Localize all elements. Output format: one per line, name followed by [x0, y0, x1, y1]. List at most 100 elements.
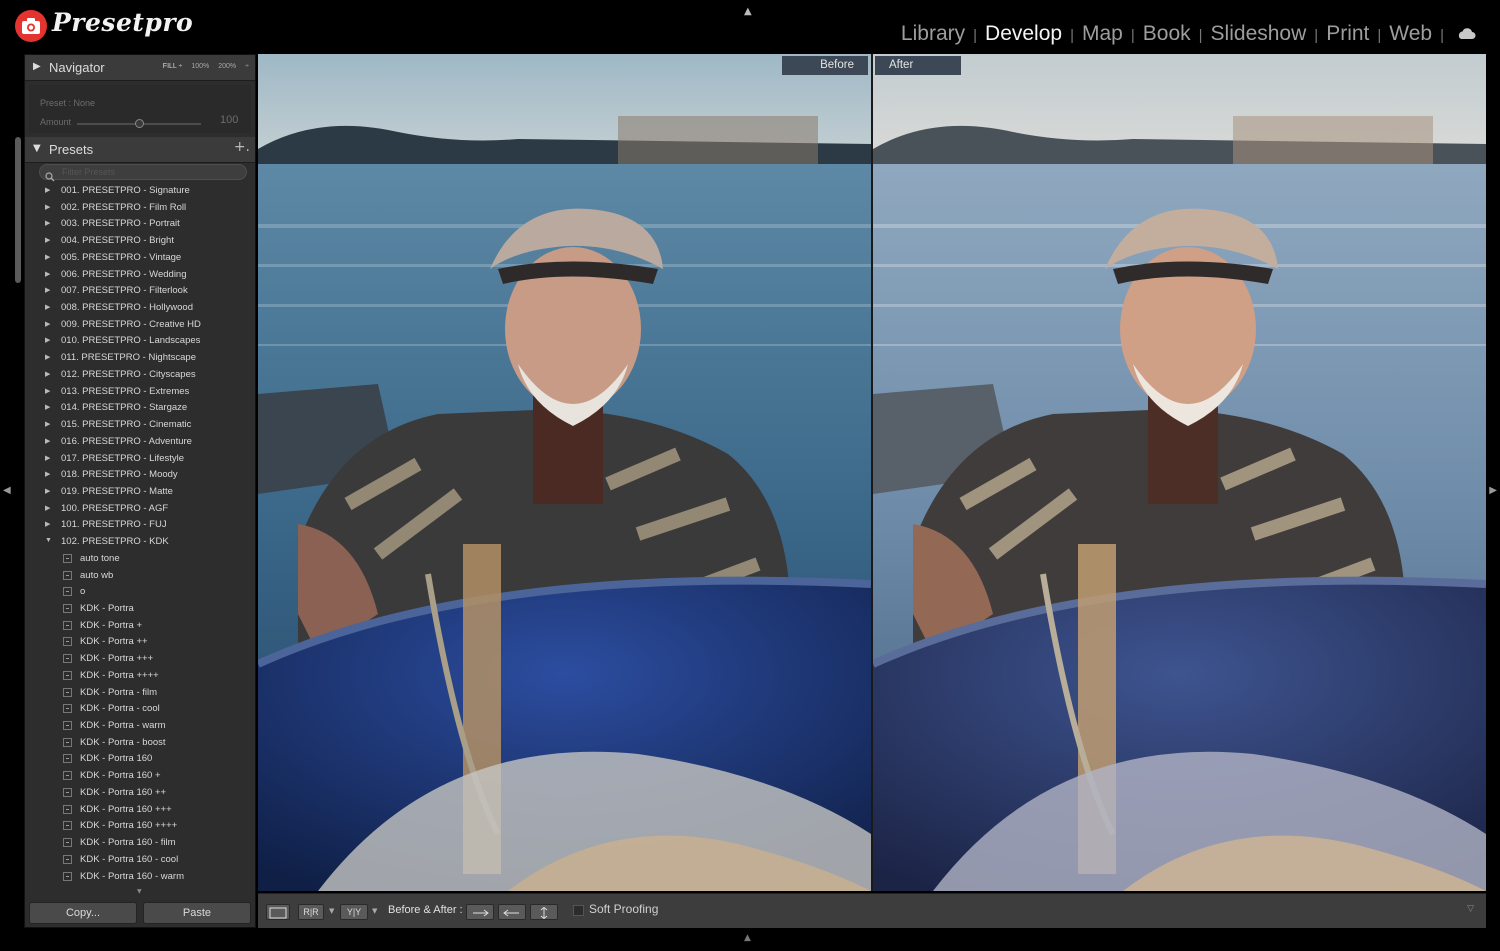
collapse-triangle-icon[interactable]: ▶	[45, 470, 50, 478]
preset-folder[interactable]: ▶ 011. PRESETPRO - Nightscape	[25, 350, 255, 367]
amount-slider-thumb[interactable]	[134, 119, 144, 128]
amount-value[interactable]: 100	[220, 114, 238, 126]
loupe-view-button[interactable]	[266, 904, 290, 920]
toolbar-options-dropdown-icon[interactable]: ▽	[1467, 904, 1474, 914]
preset-folder[interactable]: ▶ 012. PRESETPRO - Cityscapes	[25, 367, 255, 384]
module-slideshow[interactable]: Slideshow	[1211, 22, 1307, 46]
preset-item[interactable]: KDK - Portra 160 - cool	[25, 852, 255, 869]
collapse-triangle-icon[interactable]: ▶	[33, 61, 41, 72]
preset-folder[interactable]: ▶ 004. PRESETPRO - Bright	[25, 233, 255, 250]
navigator-header[interactable]: ▶ Navigator FILL ÷ 100% 200% ÷	[25, 55, 255, 81]
collapse-triangle-icon[interactable]: ▶	[45, 420, 50, 428]
collapse-triangle-icon[interactable]: ▶	[45, 270, 50, 278]
preset-folder[interactable]: ▶ 005. PRESETPRO - Vintage	[25, 250, 255, 267]
preset-item[interactable]: KDK - Portra - film	[25, 685, 255, 702]
preset-item[interactable]: KDK - Portra +++	[25, 651, 255, 668]
preset-item[interactable]: KDK - Portra 160 - film	[25, 835, 255, 852]
preset-item[interactable]: KDK - Portra 160 ++	[25, 785, 255, 802]
before-after-left-right-button[interactable]: R|R	[298, 904, 324, 920]
module-develop[interactable]: Develop	[985, 22, 1062, 46]
preset-item[interactable]: KDK - Portra 160 +	[25, 768, 255, 785]
after-photo[interactable]: After	[873, 54, 1486, 891]
collapse-triangle-icon[interactable]: ▶	[45, 520, 50, 528]
collapse-triangle-icon[interactable]: ▶	[45, 387, 50, 395]
preset-item[interactable]: KDK - Portra 160 ++++	[25, 818, 255, 835]
preset-item[interactable]: KDK - Portra 160	[25, 751, 255, 768]
preset-item[interactable]: KDK - Portra 160 - warm	[25, 869, 255, 886]
preset-folder[interactable]: ▼ 102. PRESETPRO - KDK	[25, 534, 255, 551]
preset-folder[interactable]: ▶ 019. PRESETPRO - Matte	[25, 484, 255, 501]
preset-folder[interactable]: ▶ 015. PRESETPRO - Cinematic	[25, 417, 255, 434]
preset-item[interactable]: KDK - Portra +	[25, 618, 255, 635]
collapse-triangle-icon[interactable]: ▶	[45, 336, 50, 344]
expand-triangle-icon[interactable]: ▼	[33, 143, 41, 154]
collapse-triangle-icon[interactable]: ▶	[45, 219, 50, 227]
preset-item[interactable]: auto tone	[25, 551, 255, 568]
preset-item[interactable]: KDK - Portra ++	[25, 634, 255, 651]
left-panel-scrollbar[interactable]	[15, 137, 21, 283]
preset-item[interactable]: KDK - Portra - boost	[25, 735, 255, 752]
preset-item[interactable]: o	[25, 584, 255, 601]
preset-item[interactable]: KDK - Portra - warm	[25, 718, 255, 735]
collapse-triangle-icon[interactable]: ▶	[45, 186, 50, 194]
top-panel-toggle-icon[interactable]: ▲	[744, 6, 752, 17]
collapse-triangle-icon[interactable]: ▶	[45, 353, 50, 361]
collapse-triangle-icon[interactable]: ▶	[45, 437, 50, 445]
module-library[interactable]: Library	[901, 22, 965, 46]
preset-folder[interactable]: ▶ 008. PRESETPRO - Hollywood	[25, 300, 255, 317]
collapse-triangle-icon[interactable]: ▶	[45, 504, 50, 512]
preset-folder[interactable]: ▶ 010. PRESETPRO - Landscapes	[25, 333, 255, 350]
collapse-triangle-icon[interactable]: ▶	[45, 286, 50, 294]
split-mode-dropdown-icon[interactable]: ▼	[372, 907, 377, 915]
filter-presets-input[interactable]: Filter Presets	[39, 164, 247, 182]
before-after-split-button[interactable]: Y|Y	[340, 904, 368, 920]
presets-header[interactable]: ▼ Presets +.	[25, 137, 255, 163]
collapse-triangle-icon[interactable]: ▶	[45, 370, 50, 378]
paste-button[interactable]: Paste	[143, 902, 251, 924]
module-print[interactable]: Print	[1326, 22, 1369, 46]
cloud-icon[interactable]	[1456, 22, 1476, 46]
preset-item[interactable]: KDK - Portra	[25, 601, 255, 618]
zoom-fill[interactable]: FILL ÷	[163, 63, 183, 70]
module-web[interactable]: Web	[1389, 22, 1432, 46]
left-panel-toggle-icon[interactable]: ◀	[3, 485, 11, 496]
swap-before-after-button[interactable]	[530, 904, 558, 920]
view-mode-dropdown-icon[interactable]: ▼	[329, 907, 334, 915]
preset-item[interactable]: auto wb	[25, 568, 255, 585]
collapse-triangle-icon[interactable]: ▶	[45, 487, 50, 495]
preset-folder[interactable]: ▶ 100. PRESETPRO - AGF	[25, 501, 255, 518]
preset-folder[interactable]: ▶ 007. PRESETPRO - Filterlook	[25, 283, 255, 300]
preset-folder[interactable]: ▶ 001. PRESETPRO - Signature	[25, 183, 255, 200]
preset-folder[interactable]: ▶ 101. PRESETPRO - FUJ	[25, 517, 255, 534]
expand-triangle-icon[interactable]: ▼	[45, 537, 52, 544]
preset-folder[interactable]: ▶ 002. PRESETPRO - Film Roll	[25, 200, 255, 217]
zoom-more[interactable]: ÷	[245, 63, 249, 70]
copy-before-to-after-button[interactable]	[466, 904, 494, 920]
module-book[interactable]: Book	[1143, 22, 1191, 46]
preset-folder[interactable]: ▶ 017. PRESETPRO - Lifestyle	[25, 451, 255, 468]
zoom-200[interactable]: 200%	[218, 63, 236, 70]
filmstrip-toggle-icon[interactable]: ▲	[744, 933, 751, 943]
soft-proofing-checkbox[interactable]	[573, 905, 584, 916]
preset-folder[interactable]: ▶ 016. PRESETPRO - Adventure	[25, 434, 255, 451]
preset-folder[interactable]: ▶ 013. PRESETPRO - Extremes	[25, 384, 255, 401]
preset-folder[interactable]: ▶ 006. PRESETPRO - Wedding	[25, 267, 255, 284]
right-panel-toggle-icon[interactable]: ▶	[1489, 485, 1497, 496]
preset-item[interactable]: KDK - Portra 160 +++	[25, 802, 255, 819]
module-map[interactable]: Map	[1082, 22, 1123, 46]
zoom-100[interactable]: 100%	[191, 63, 209, 70]
preset-folder[interactable]: ▶ 003. PRESETPRO - Portrait	[25, 216, 255, 233]
collapse-triangle-icon[interactable]: ▶	[45, 203, 50, 211]
collapse-triangle-icon[interactable]: ▶	[45, 253, 50, 261]
collapse-triangle-icon[interactable]: ▶	[45, 320, 50, 328]
collapse-triangle-icon[interactable]: ▶	[45, 303, 50, 311]
preset-folder[interactable]: ▶ 018. PRESETPRO - Moody	[25, 467, 255, 484]
preset-item[interactable]: KDK - Portra - cool	[25, 701, 255, 718]
copy-after-to-before-button[interactable]	[498, 904, 526, 920]
collapse-triangle-icon[interactable]: ▶	[45, 454, 50, 462]
collapse-triangle-icon[interactable]: ▶	[45, 236, 50, 244]
preset-folder[interactable]: ▶ 009. PRESETPRO - Creative HD	[25, 317, 255, 334]
scroll-more-icon[interactable]: ▼	[137, 888, 142, 895]
add-preset-icon[interactable]: +.	[234, 139, 250, 155]
preset-item[interactable]: KDK - Portra ++++	[25, 668, 255, 685]
